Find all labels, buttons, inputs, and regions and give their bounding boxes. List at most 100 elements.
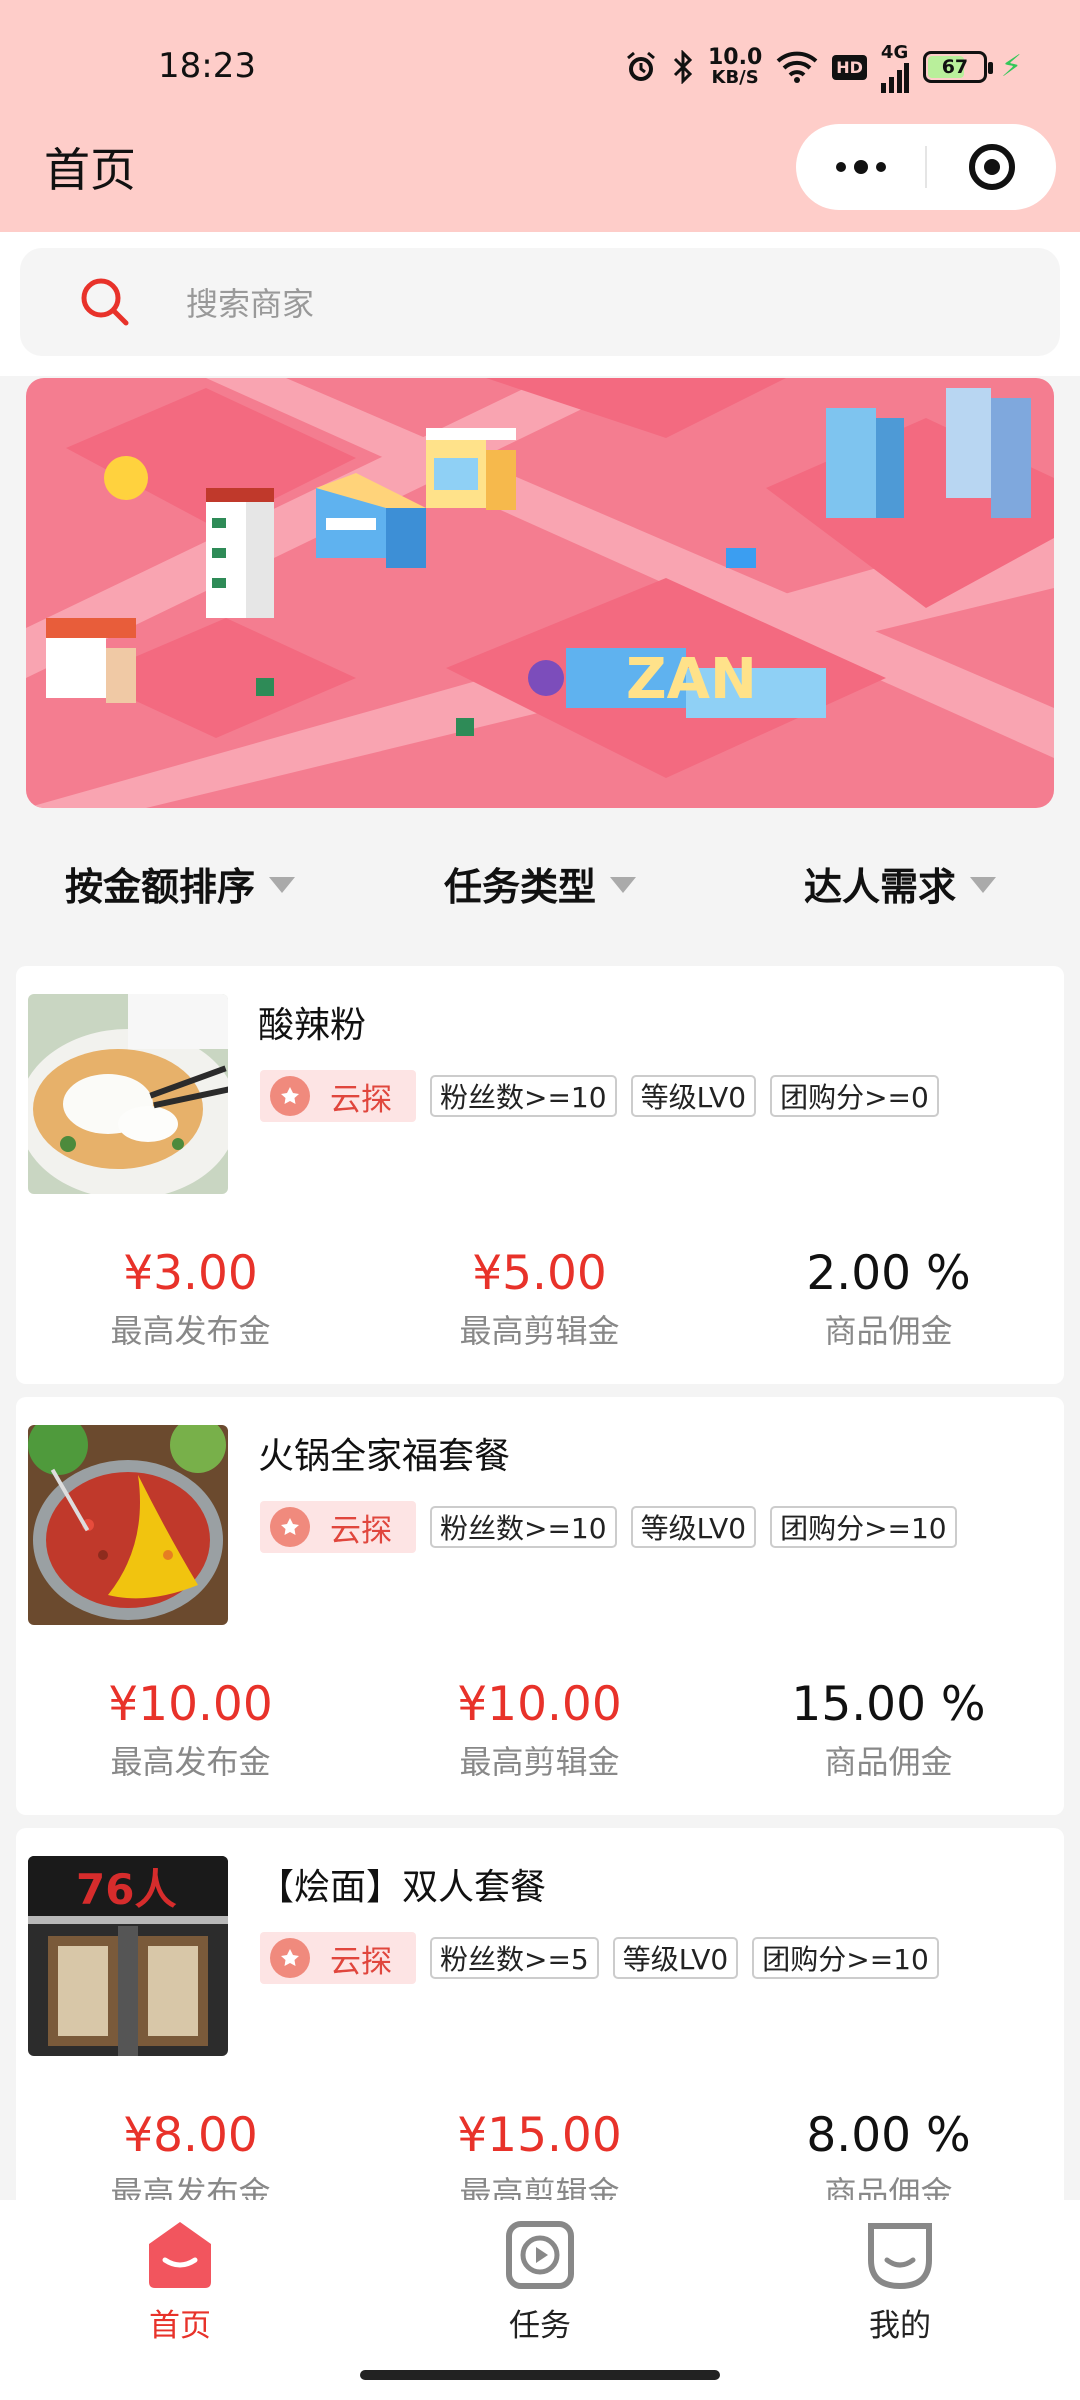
net-speed: 10.0 KB/S <box>708 47 762 87</box>
dot-icon <box>875 162 886 172</box>
signal-label: 4G <box>880 41 909 63</box>
task-card[interactable]: 酸辣粉 云探 粉丝数>=10 等级LV0 团购分>=0 ¥3.00 最高发布金 … <box>16 966 1064 1384</box>
tab-label: 首页 <box>149 2308 211 2344</box>
status-time: 18:23 <box>158 46 256 86</box>
task-tags: 云探 粉丝数>=10 等级LV0 团购分>=10 <box>260 1501 957 1553</box>
stat-commission: 15.00 % 商品佣金 <box>714 1679 1063 1783</box>
requirement-tag: 等级LV0 <box>630 1075 757 1117</box>
battery: 67 <box>922 51 993 83</box>
signal: 4G <box>880 41 909 93</box>
shop-logo: 76人 <box>76 1865 176 1914</box>
requirement-tag: 粉丝数>=5 <box>430 1937 599 1979</box>
search-section: 搜索商家 <box>0 232 1080 376</box>
badge-label: 云探 <box>330 1081 392 1118</box>
hd-badge: HD <box>832 54 867 80</box>
tab-home[interactable]: 首页 <box>90 2218 270 2345</box>
medal-icon <box>270 1938 310 1978</box>
filter-task-type[interactable]: 任务类型 <box>360 820 720 946</box>
task-play-icon <box>506 2221 574 2289</box>
task-title: 酸辣粉 <box>258 1005 367 1046</box>
stat-label: 最高剪辑金 <box>459 1742 620 1781</box>
close-mini-program-button[interactable] <box>927 144 1056 190</box>
net-speed-unit: KB/S <box>711 67 759 88</box>
stat-label: 商品佣金 <box>824 1742 953 1781</box>
stat-value: ¥5.00 <box>472 1246 607 1301</box>
city-illustration: ZAN <box>26 378 1054 808</box>
home-indicator[interactable] <box>360 2370 720 2380</box>
noodle-dish-image <box>28 994 228 1194</box>
header: 18:23 10.0 KB/S HD 4G 67 ⚡ 首页 <box>0 0 1080 232</box>
search-input[interactable]: 搜索商家 <box>20 248 1060 356</box>
profile-face-icon <box>868 2223 932 2290</box>
stat-publish-reward: ¥8.00 最高发布金 <box>16 2110 365 2214</box>
filter-label: 任务类型 <box>443 864 596 909</box>
stat-publish-reward: ¥10.00 最高发布金 <box>16 1679 365 1783</box>
stat-value: 15.00 % <box>791 1677 986 1732</box>
stat-value: ¥8.00 <box>123 2108 258 2163</box>
task-card[interactable]: 76人 【烩面】双人套餐 云探 粉丝数>=5 等级LV0 团购分>=10 ¥8.… <box>16 1828 1064 2246</box>
task-stats: ¥8.00 最高发布金 ¥15.00 最高剪辑金 8.00 % 商品佣金 <box>16 2110 1064 2214</box>
stat-label: 最高发布金 <box>110 1311 271 1350</box>
task-title: 火锅全家福套餐 <box>258 1436 511 1477</box>
more-options-button[interactable] <box>796 124 925 210</box>
task-title: 【烩面】双人套餐 <box>258 1867 547 1908</box>
badge-label: 云探 <box>330 1943 392 1980</box>
stat-value: 8.00 % <box>806 2108 971 2163</box>
task-stats: ¥10.00 最高发布金 ¥10.00 最高剪辑金 15.00 % 商品佣金 <box>16 1679 1064 1783</box>
stat-value: ¥10.00 <box>108 1677 273 1732</box>
mini-program-capsule <box>796 124 1056 210</box>
stat-label: 最高剪辑金 <box>459 1311 620 1350</box>
stat-commission: 2.00 % 商品佣金 <box>714 1248 1063 1352</box>
search-placeholder: 搜索商家 <box>186 285 315 323</box>
dropdown-arrow-icon <box>269 877 295 893</box>
task-tags: 云探 粉丝数>=10 等级LV0 团购分>=0 <box>260 1070 939 1122</box>
tab-label: 任务 <box>509 2308 571 2344</box>
dot-icon <box>853 160 868 174</box>
requirement-tag: 团购分>=0 <box>770 1075 939 1117</box>
requirement-tag: 粉丝数>=10 <box>430 1075 617 1117</box>
stat-value: ¥10.00 <box>457 1677 622 1732</box>
stat-value: 2.00 % <box>806 1246 971 1301</box>
filter-creator-requirement[interactable]: 达人需求 <box>720 820 1080 946</box>
stat-edit-reward: ¥5.00 最高剪辑金 <box>365 1248 714 1352</box>
dot-icon <box>835 162 846 172</box>
tab-profile[interactable]: 我的 <box>810 2218 990 2345</box>
page-title: 首页 <box>44 143 136 197</box>
task-card[interactable]: 火锅全家福套餐 云探 粉丝数>=10 等级LV0 团购分>=10 ¥10.00 … <box>16 1397 1064 1815</box>
task-thumbnail <box>28 1425 228 1625</box>
filter-bar: 按金额排序 任务类型 达人需求 <box>0 820 1080 946</box>
yuntan-badge: 云探 <box>260 1501 416 1553</box>
promo-banner[interactable]: ZAN <box>26 378 1054 808</box>
requirement-tag: 粉丝数>=10 <box>430 1506 617 1548</box>
requirement-tag: 等级LV0 <box>630 1506 757 1548</box>
signal-bars-icon <box>880 62 909 93</box>
filter-sort-amount[interactable]: 按金额排序 <box>0 820 360 946</box>
bluetooth-icon <box>673 50 693 84</box>
yuntan-badge: 云探 <box>260 1070 416 1122</box>
tab-label: 我的 <box>869 2308 931 2344</box>
medal-icon <box>270 1076 310 1116</box>
stat-label: 商品佣金 <box>824 1311 953 1350</box>
stat-label: 最高发布金 <box>110 1742 271 1781</box>
tab-tasks[interactable]: 任务 <box>450 2218 630 2345</box>
task-thumbnail <box>28 994 228 1194</box>
hotpot-image <box>28 1425 228 1625</box>
task-list: 酸辣粉 云探 粉丝数>=10 等级LV0 团购分>=0 ¥3.00 最高发布金 … <box>16 966 1064 2259</box>
stat-edit-reward: ¥10.00 最高剪辑金 <box>365 1679 714 1783</box>
svg-text:ZAN: ZAN <box>626 647 757 712</box>
stat-edit-reward: ¥15.00 最高剪辑金 <box>365 2110 714 2214</box>
search-icon <box>81 278 129 326</box>
alarm-icon <box>627 51 655 81</box>
wifi-icon <box>776 51 818 83</box>
dropdown-arrow-icon <box>610 877 636 893</box>
requirement-tag: 团购分>=10 <box>752 1937 939 1979</box>
battery-level: 67 <box>941 56 969 78</box>
stat-commission: 8.00 % 商品佣金 <box>714 2110 1063 2214</box>
filter-label: 按金额排序 <box>64 864 255 909</box>
dropdown-arrow-icon <box>970 877 996 893</box>
medal-icon <box>270 1507 310 1547</box>
target-close-icon <box>968 144 1015 190</box>
task-stats: ¥3.00 最高发布金 ¥5.00 最高剪辑金 2.00 % 商品佣金 <box>16 1248 1064 1352</box>
yuntan-badge: 云探 <box>260 1932 416 1984</box>
status-icons: 10.0 KB/S HD 4G 67 ⚡ <box>624 41 1022 93</box>
